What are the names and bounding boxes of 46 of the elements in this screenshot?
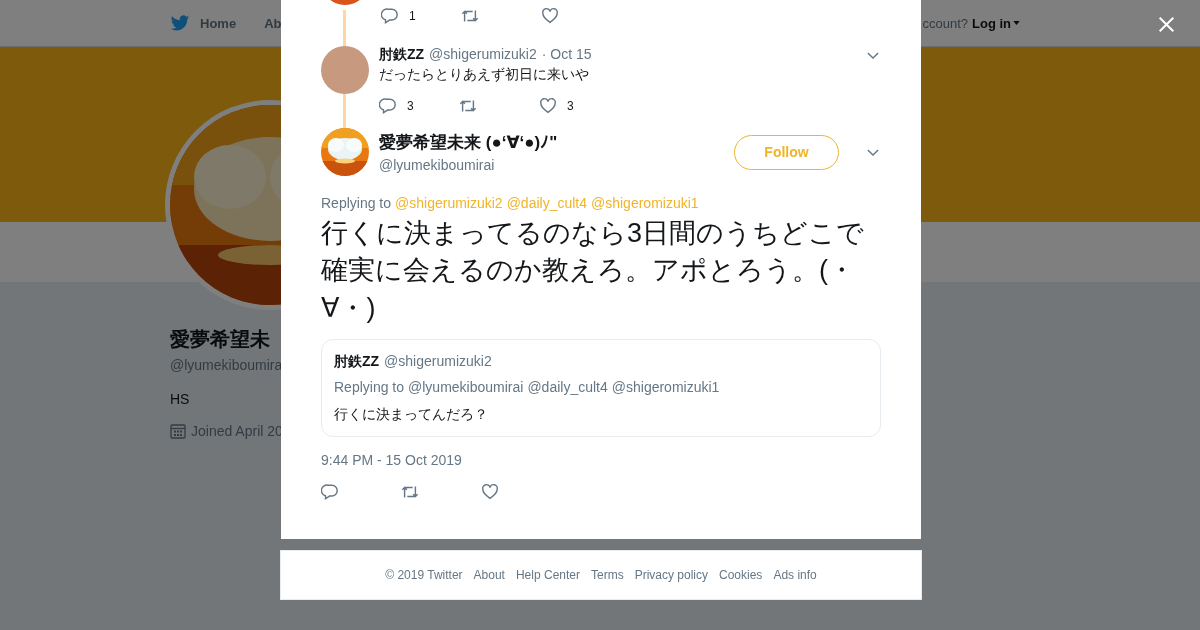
mention: @lyumekiboumirai (408, 378, 524, 395)
heart-icon[interactable] (539, 97, 557, 115)
user-handle: @shigerumizuki2 (429, 46, 537, 62)
action-count: 3 (567, 99, 574, 113)
login-link[interactable]: Log in (972, 15, 1020, 31)
mention: @shigeromizuki1 (611, 378, 720, 395)
chevron-icon[interactable] (867, 148, 879, 156)
heart-icon[interactable] (541, 7, 559, 25)
bird-icon (170, 14, 190, 32)
nav-link[interactable]: Home (200, 15, 237, 31)
caret-icon (1013, 21, 1020, 25)
footer-link[interactable]: Terms (591, 568, 624, 582)
tweet-text: 行くに決まってるのなら3日間のうちどこで確実に会えるのか教えろ。アポとろう。(・∀・) (321, 217, 866, 325)
footer-link[interactable]: © 2019 Twitter (385, 568, 463, 582)
heart-icon[interactable] (481, 482, 499, 501)
mention: @daily_cult4 (527, 378, 608, 395)
footer-link[interactable]: Ads info (773, 568, 817, 582)
timestamp: 9:44 PM - 15 Oct 2019 (321, 451, 463, 468)
quoted-text: 行くに決まってんだろ？ (334, 405, 489, 424)
replying-label: Replying to (334, 378, 405, 395)
nav-link[interactable]: Ab (264, 15, 282, 31)
login-prompt: ccount? (922, 15, 968, 31)
user-name: 肘鉄ZZ (334, 352, 380, 371)
tweet-text: だったらとりあえず初日に来いや (379, 66, 590, 84)
reply-icon[interactable] (379, 97, 397, 115)
profile-handle: @lyumekiboumira (170, 357, 283, 373)
user-handle: @lyumekiboumirai (379, 157, 496, 173)
profile-bio: HS (170, 391, 190, 407)
footer-link[interactable]: Privacy policy (634, 568, 708, 582)
reply-icon[interactable] (321, 482, 339, 501)
profile-name: 愛夢希望未 (170, 327, 270, 352)
action-count: 3 (407, 99, 414, 113)
footer-link[interactable]: About (473, 568, 505, 582)
reply-icon[interactable] (381, 7, 399, 25)
calendar-icon (170, 423, 186, 439)
action-count: 1 (409, 9, 416, 23)
footer-link[interactable]: Cookies (719, 568, 763, 582)
user-name: 愛夢希望未来 (●‘∀‘●)ﾉ" (379, 132, 559, 154)
footer-link[interactable]: Help Center (515, 568, 580, 582)
chevron-icon[interactable] (867, 51, 879, 59)
user-handle: @shigerumizuki2 (384, 352, 492, 369)
tweet-date: · Oct 15 (541, 46, 592, 62)
close-icon[interactable] (1158, 16, 1175, 33)
quoted-tweet[interactable]: 肘鉄ZZ @shigerumizuki2 Replying to @lyumekiboumirai @daily_cult4 @shigeromizuki1 行くに決まってんだろ？ (321, 338, 881, 437)
avatar (321, 46, 369, 94)
user-name: 肘鉄ZZ (379, 46, 425, 64)
